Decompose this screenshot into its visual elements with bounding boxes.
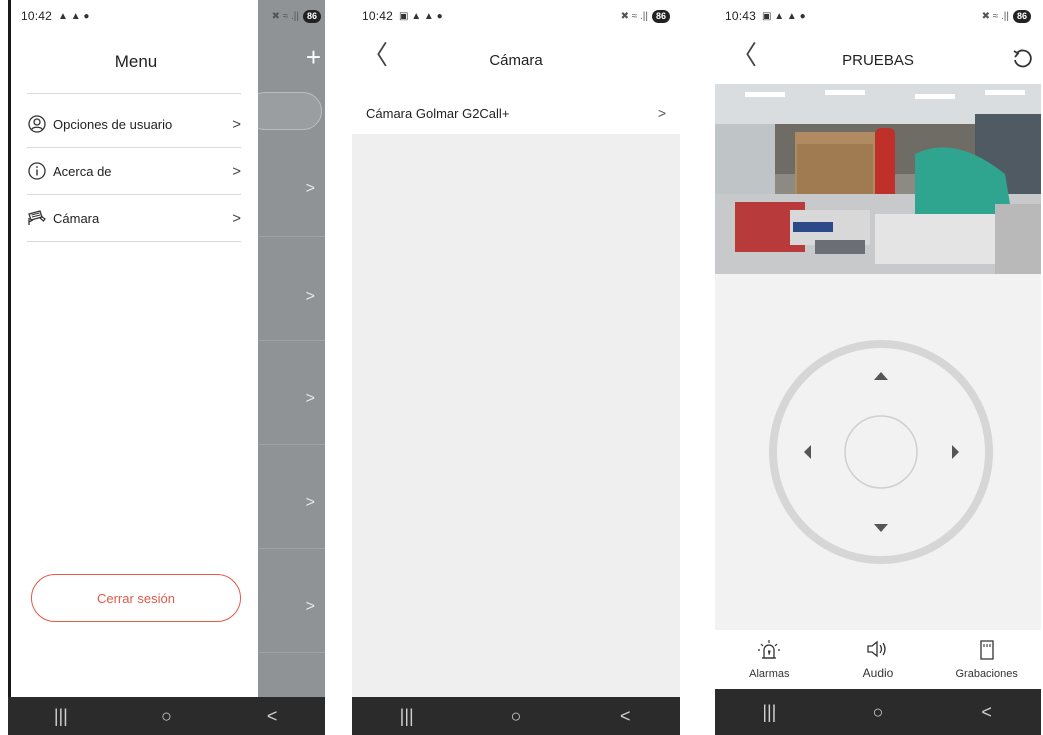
chevron-right-icon: > [305, 494, 315, 511]
page-title: Cámara [489, 51, 543, 69]
status-time: 10:43 [725, 9, 757, 23]
notification-icons: ▣ ▲ ▲ ● [399, 10, 443, 22]
page-title: PRUEBAS [842, 51, 914, 69]
alarms-label: Alarmas [749, 667, 790, 680]
menu-item-label: Cámara [53, 210, 100, 226]
home-button[interactable]: ○ [848, 702, 908, 723]
chevron-right-icon: > [232, 115, 241, 133]
home-button[interactable]: ○ [136, 706, 196, 727]
chevron-right-icon: > [657, 105, 666, 121]
menu-screen: + > > > > > 10:42 ▲ ▲ ● Menu Opciones de… [8, 0, 325, 735]
alarms-button[interactable]: Alarmas [715, 630, 824, 689]
menu-item-about[interactable]: Acerca de > [27, 148, 241, 194]
menu-drawer: 10:42 ▲ ▲ ● Menu Opciones de usuario > A… [8, 0, 258, 697]
audio-label: Audio [862, 665, 894, 680]
system-navigation-bar: ||| ○ < [352, 697, 680, 735]
recent-apps-button[interactable]: ||| [31, 706, 91, 727]
menu-title: Menu [114, 52, 158, 71]
chevron-right-icon: > [305, 598, 315, 615]
empty-list-area [352, 134, 680, 697]
status-bar: 10:42 ▣ ▲ ▲ ● ✖ ≈ .|| 86 [352, 0, 680, 32]
system-navigation-bar: ||| ○ < [715, 689, 1041, 735]
recordings-button[interactable]: Grabaciones [932, 630, 1041, 689]
add-icon: + [305, 42, 321, 72]
back-button[interactable]: < [957, 702, 1017, 723]
arrow-up-icon[interactable] [874, 372, 888, 380]
chevron-right-icon: > [305, 390, 315, 407]
back-button[interactable]: < [242, 706, 302, 727]
divider [27, 241, 241, 242]
ptz-control-area [715, 274, 1041, 630]
audio-button[interactable]: Audio [824, 630, 933, 689]
chevron-right-icon: > [305, 180, 315, 197]
alarm-light-icon [758, 639, 781, 665]
status-time: 10:42 [21, 9, 53, 23]
status-bar: 10:42 ▲ ▲ ● [11, 0, 258, 32]
status-icons: ✖ ≈ .|| 86 [621, 9, 670, 23]
camera-name: Cámara Golmar G2Call+ [366, 105, 510, 121]
ptz-center-button[interactable] [844, 415, 918, 489]
battery-badge: 86 [1012, 9, 1031, 23]
home-button[interactable]: ○ [486, 706, 546, 727]
user-circle-icon [27, 114, 47, 134]
camera-list-screen: 10:42 ▣ ▲ ▲ ● ✖ ≈ .|| 86 〈 Cámara Cámara… [352, 0, 680, 735]
camera-live-screen: 10:43 ▣ ▲ ▲ ● ✖ ≈ .|| 86 〈 PRUEBAS Alarm… [715, 0, 1041, 735]
status-bar-right: ✖ ≈ .|| 86 [256, 0, 325, 32]
notification-icons: ▲ ▲ ● [58, 10, 90, 22]
cctv-camera-icon [27, 208, 47, 228]
chevron-right-icon: > [232, 209, 241, 227]
status-icons: ✖ ≈ .|| 86 [982, 9, 1031, 23]
menu-item-label: Acerca de [53, 163, 112, 179]
arrow-right-icon[interactable] [952, 445, 959, 459]
battery-badge: 86 [302, 9, 321, 23]
sd-card-icon [979, 639, 995, 665]
notification-icons: ▣ ▲ ▲ ● [762, 10, 806, 22]
status-time: 10:42 [362, 9, 394, 23]
camera-video-feed[interactable] [715, 84, 1041, 274]
refresh-icon[interactable] [1011, 48, 1033, 75]
divider [256, 236, 325, 237]
info-icon [27, 161, 47, 181]
back-button[interactable]: < [595, 706, 655, 727]
status-icons: ✖ ≈ .|| 86 [272, 9, 321, 23]
chevron-right-icon: > [232, 162, 241, 180]
camera-toolbar: Alarmas Audio Grabaciones [715, 630, 1041, 689]
camera-frame-image [715, 84, 1041, 274]
divider [256, 444, 325, 445]
chevron-right-icon: > [305, 288, 315, 305]
recent-apps-button[interactable]: ||| [739, 702, 799, 723]
divider [256, 340, 325, 341]
ptz-joystick[interactable] [715, 274, 1041, 630]
menu-item-user-options[interactable]: Opciones de usuario > [27, 101, 241, 147]
menu-item-label: Opciones de usuario [53, 116, 173, 132]
arrow-down-icon[interactable] [874, 524, 888, 532]
divider [27, 93, 241, 94]
divider [256, 652, 325, 653]
logout-button[interactable]: Cerrar sesión [31, 574, 241, 622]
status-bar: 10:43 ▣ ▲ ▲ ● ✖ ≈ .|| 86 [715, 0, 1041, 32]
battery-badge: 86 [651, 9, 670, 23]
recent-apps-button[interactable]: ||| [377, 706, 437, 727]
menu-item-camera[interactable]: Cámara > [27, 195, 241, 241]
camera-list-item[interactable]: Cámara Golmar G2Call+ > [352, 92, 680, 134]
recordings-label: Grabaciones [955, 667, 1018, 680]
divider [256, 548, 325, 549]
dimmed-background[interactable]: + > > > > > [246, 0, 325, 697]
system-navigation-bar: ||| ○ < [8, 697, 325, 735]
speaker-icon [866, 640, 890, 663]
arrow-left-icon[interactable] [804, 445, 811, 459]
